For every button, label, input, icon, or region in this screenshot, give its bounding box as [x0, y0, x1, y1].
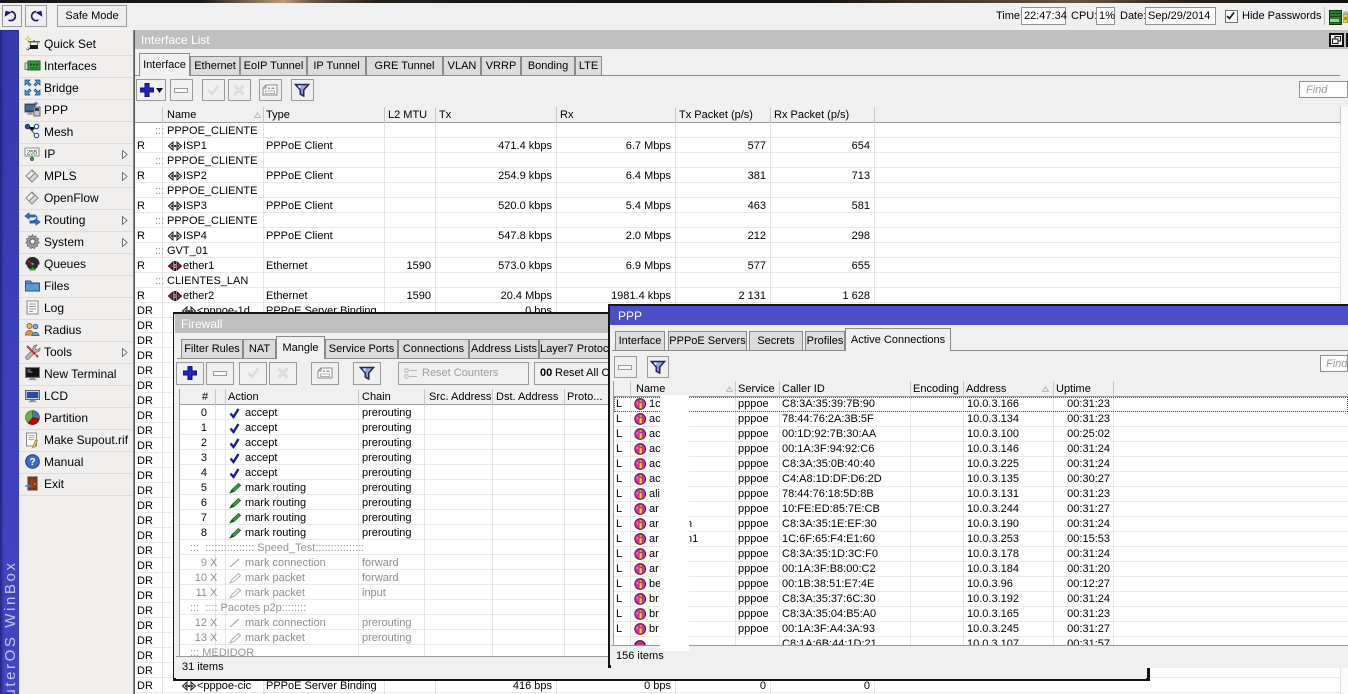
svg-text:?: ?	[29, 457, 35, 468]
svg-text:255: 255	[27, 150, 38, 157]
